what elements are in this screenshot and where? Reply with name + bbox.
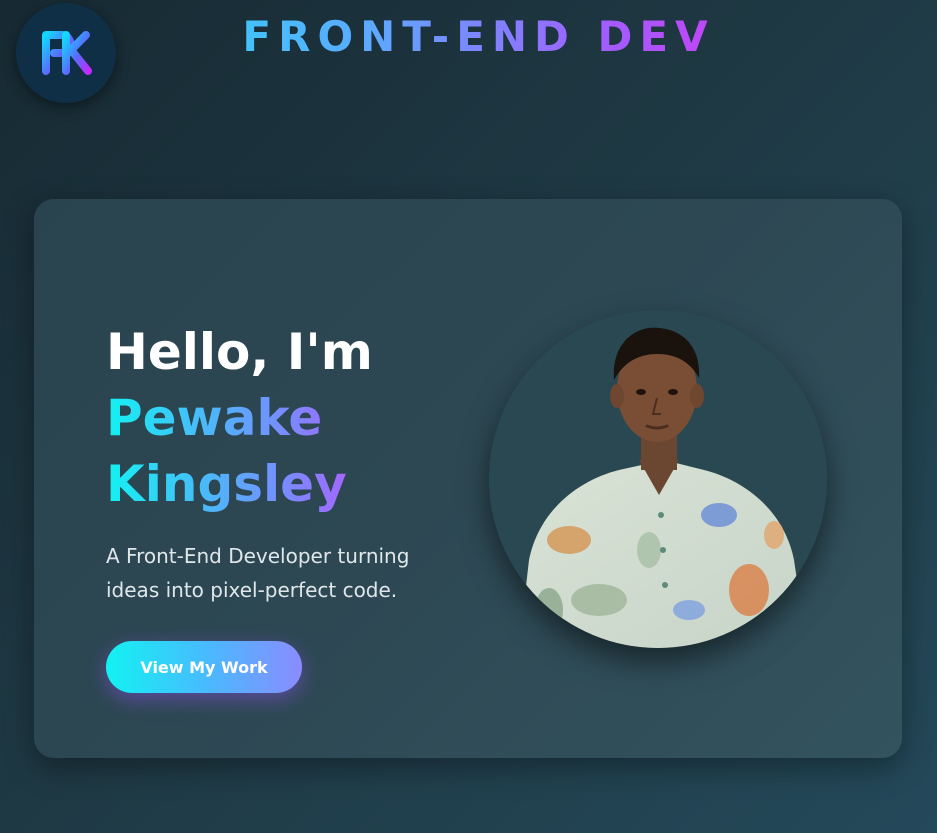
hero-tagline: A Front-End Developer turning ideas into… <box>106 544 410 602</box>
profile-photo <box>489 310 827 648</box>
brand-title: FRONT-END DEV <box>0 12 937 61</box>
hero-name: Pewake Kingsley <box>106 385 366 517</box>
profile-photo-image <box>489 310 827 648</box>
hero-card: Hello, I'm Pewake Kingsley A Front-End D… <box>34 199 902 758</box>
view-my-work-button[interactable]: View My Work <box>106 641 302 693</box>
hero-text: Hello, I'm Pewake Kingsley A Front-End D… <box>106 319 446 693</box>
hero-greeting: Hello, I'm <box>106 323 373 381</box>
